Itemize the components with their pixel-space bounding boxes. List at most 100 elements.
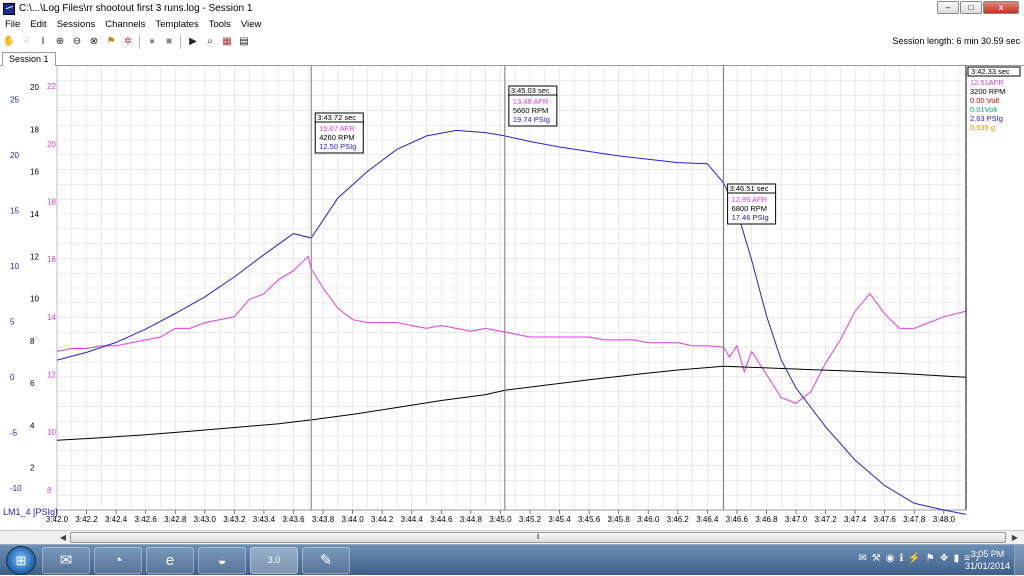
tray-network-icon[interactable]: ◉ — [886, 553, 895, 564]
cursor-tooltip: 3:43.72 sec 15.67 AFR4260 RPM12.50 PSIg — [314, 112, 364, 154]
tab-session-1[interactable]: Session 1 — [2, 52, 56, 66]
zoom-out-icon[interactable]: ⊖ — [69, 34, 85, 50]
taskbar-gauge-icon[interactable]: ◒ — [198, 547, 246, 574]
taskbar-media-icon[interactable]: ◔ — [94, 547, 142, 574]
menu-file[interactable]: File — [0, 19, 25, 30]
tab-strip: Session 1 — [0, 52, 1024, 66]
rpm-tick-label: 16 — [30, 168, 39, 177]
tooltip-psig: 19.74 PSIg — [513, 115, 550, 124]
x-tick-label: 3:42.4 — [105, 515, 128, 524]
menu-view[interactable]: View — [236, 19, 266, 30]
x-tick-label: 3:42.2 — [75, 515, 98, 524]
taskbar-paint-icon[interactable]: ✎ — [302, 547, 350, 574]
play-icon[interactable]: ▶ — [185, 34, 201, 50]
marker-icon[interactable]: ⚑ — [103, 34, 119, 50]
tooltip-time: 3:43.72 sec — [317, 113, 356, 122]
psig-tick-label: 5 — [10, 317, 15, 326]
x-tick-label: 3:45.8 — [608, 515, 631, 524]
tray-info-icon[interactable]: ℹ — [899, 553, 903, 564]
psig-tick-label: 10 — [10, 262, 19, 271]
afr-tick-label: 18 — [47, 198, 56, 207]
taskbar-ie-icon[interactable]: e — [146, 547, 194, 574]
toolbar-separator — [180, 35, 181, 49]
x-tick-label: 3:47.0 — [785, 515, 808, 524]
zoom-in-icon[interactable]: ⊕ — [52, 34, 68, 50]
maximize-button[interactable]: □ — [960, 1, 982, 14]
x-tick-label: 3:42.6 — [135, 515, 158, 524]
rpm-tick-label: 6 — [30, 379, 35, 388]
chart-settings-icon[interactable]: ▦ — [219, 34, 235, 50]
text-cursor-icon[interactable]: I — [35, 34, 51, 50]
toolbar-separator — [139, 35, 140, 49]
x-tick-label: 3:47.6 — [874, 515, 897, 524]
scroll-left-arrow-icon[interactable]: ◀ — [56, 532, 70, 544]
zoom-fit-icon[interactable]: ⊗ — [86, 34, 102, 50]
taskbar-outlook-icon[interactable]: ✉ — [42, 547, 90, 574]
binoculars-icon[interactable]: ⌕ — [202, 34, 218, 50]
record-icon[interactable]: ● — [144, 34, 160, 50]
x-tick-label: 3:44.0 — [341, 515, 364, 524]
tray-tools-icon[interactable]: ⚒ — [872, 553, 881, 564]
x-tick-label: 3:47.8 — [903, 515, 926, 524]
afr-tick-label: 22 — [47, 82, 56, 91]
tooltip-time: 3:46.51 sec — [730, 184, 769, 193]
readout-rpm: 3200 RPM — [970, 87, 1005, 96]
clock-time: 3:05 PM — [970, 549, 1005, 559]
taskbar: ⊞ ✉ ◔ e ◒ 3.0 ✎ ✉ ⚒ ◉ ℹ ⚡ ⚑ ❖ ▮ ≡ ♪ 3:05… — [0, 544, 1024, 576]
tray-mail-icon[interactable]: ✉ — [858, 553, 866, 564]
menu-bar: File Edit Sessions Channels Templates To… — [0, 17, 1024, 32]
cursor-tooltip: 3:46.51 sec 12.95 AFR6800 RPM17.46 PSIg — [727, 183, 777, 225]
stop-icon[interactable]: ■ — [161, 34, 177, 50]
x-tick-label: 3:45.0 — [489, 515, 512, 524]
x-tick-label: 3:44.6 — [430, 515, 453, 524]
taskbar-logworks-icon[interactable]: 3.0 — [250, 547, 298, 574]
tooltip-time: 3:45.03 sec — [511, 86, 550, 95]
scroll-right-arrow-icon[interactable]: ▶ — [1008, 532, 1022, 544]
scroll-thumb[interactable]: ⦀ — [70, 532, 1006, 543]
log-chart[interactable]: 2520151050-5-102018161412108642222018161… — [0, 66, 1024, 530]
fx-icon[interactable]: ✲ — [120, 34, 136, 50]
tooltip-afr: 12.95 AFR — [732, 195, 768, 204]
table-icon[interactable]: ▤ — [236, 34, 252, 50]
psig-tick-label: -10 — [10, 484, 22, 493]
x-tick-label: 3:43.6 — [282, 515, 305, 524]
menu-edit[interactable]: Edit — [25, 19, 51, 30]
menu-templates[interactable]: Templates — [150, 19, 203, 30]
psig-tick-label: 20 — [10, 151, 19, 160]
menu-tools[interactable]: Tools — [204, 19, 236, 30]
minimize-button[interactable]: – — [937, 1, 959, 14]
cursor-tooltip: 3:45.03 sec 13.48 AFR5660 RPM19.74 PSIg — [508, 85, 558, 127]
tray-app-icon[interactable]: ❖ — [940, 553, 949, 564]
hand-outline-icon[interactable]: ☟ — [18, 34, 34, 50]
x-tick-label: 3:45.2 — [519, 515, 542, 524]
rpm-tick-label: 18 — [30, 125, 39, 134]
readout-afr: 12.51AFR — [970, 78, 1004, 87]
clock[interactable]: 3:05 PM 31/01/2014 — [965, 548, 1010, 572]
tray-power-icon[interactable]: ⚡ — [908, 553, 920, 564]
x-channel-label[interactable]: LM1_4 [PSIg] — [3, 507, 58, 517]
tray-flag-icon[interactable]: ⚑ — [926, 553, 935, 564]
chart-area[interactable]: 25 20 15 10 5 0 -5 -10 20 18 16 14 12 10 8 6 4 2 22 20 18 16 1… — [0, 66, 1024, 530]
session-length: Session length: 6 min 30.59 sec — [892, 36, 1020, 46]
menu-sessions[interactable]: Sessions — [52, 19, 101, 30]
start-button[interactable]: ⊞ — [6, 546, 36, 575]
rpm-tick-label: 8 — [30, 337, 35, 346]
tooltip-rpm: 5660 RPM — [513, 106, 548, 115]
menu-channels[interactable]: Channels — [100, 19, 150, 30]
close-button[interactable]: x — [983, 1, 1019, 14]
readout-volt-green: 0.01Volt — [970, 105, 998, 114]
x-tick-label: 3:46.8 — [755, 515, 778, 524]
tray-battery-icon[interactable]: ▮ — [954, 553, 960, 564]
x-tick-label: 3:43.4 — [253, 515, 276, 524]
hand-icon[interactable]: ✋ — [1, 34, 17, 50]
psig-tick-label: 0 — [10, 373, 15, 382]
x-tick-label: 3:45.6 — [578, 515, 601, 524]
readout-psig: 2.63 PSIg — [970, 114, 1003, 123]
afr-tick-label: 12 — [47, 370, 56, 379]
afr-tick-label: 20 — [47, 140, 56, 149]
afr-tick-label: 16 — [47, 255, 56, 264]
horizontal-scrollbar[interactable]: ◀ ⦀ ▶ — [0, 530, 1024, 544]
show-desktop-button[interactable] — [1014, 545, 1024, 576]
rpm-tick-label: 2 — [30, 464, 35, 473]
title-bar: C:\...\Log Files\rr shootout first 3 run… — [0, 0, 1024, 17]
